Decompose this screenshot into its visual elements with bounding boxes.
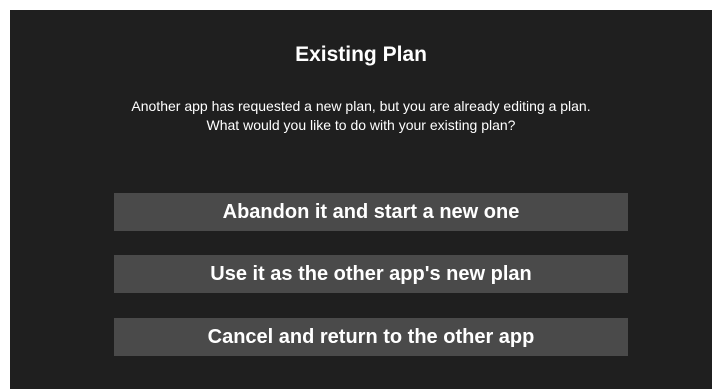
- existing-plan-dialog: Existing Plan Another app has requested …: [10, 10, 712, 389]
- dialog-message-line-2: What would you like to do with your exis…: [206, 117, 516, 133]
- use-as-other-app-plan-button[interactable]: Use it as the other app's new plan: [114, 255, 628, 293]
- abandon-and-start-new-button[interactable]: Abandon it and start a new one: [114, 193, 628, 231]
- dialog-message: Another app has requested a new plan, bu…: [10, 97, 712, 135]
- dialog-message-line-1: Another app has requested a new plan, bu…: [131, 98, 591, 114]
- cancel-and-return-button[interactable]: Cancel and return to the other app: [114, 318, 628, 356]
- dialog-title: Existing Plan: [295, 43, 427, 66]
